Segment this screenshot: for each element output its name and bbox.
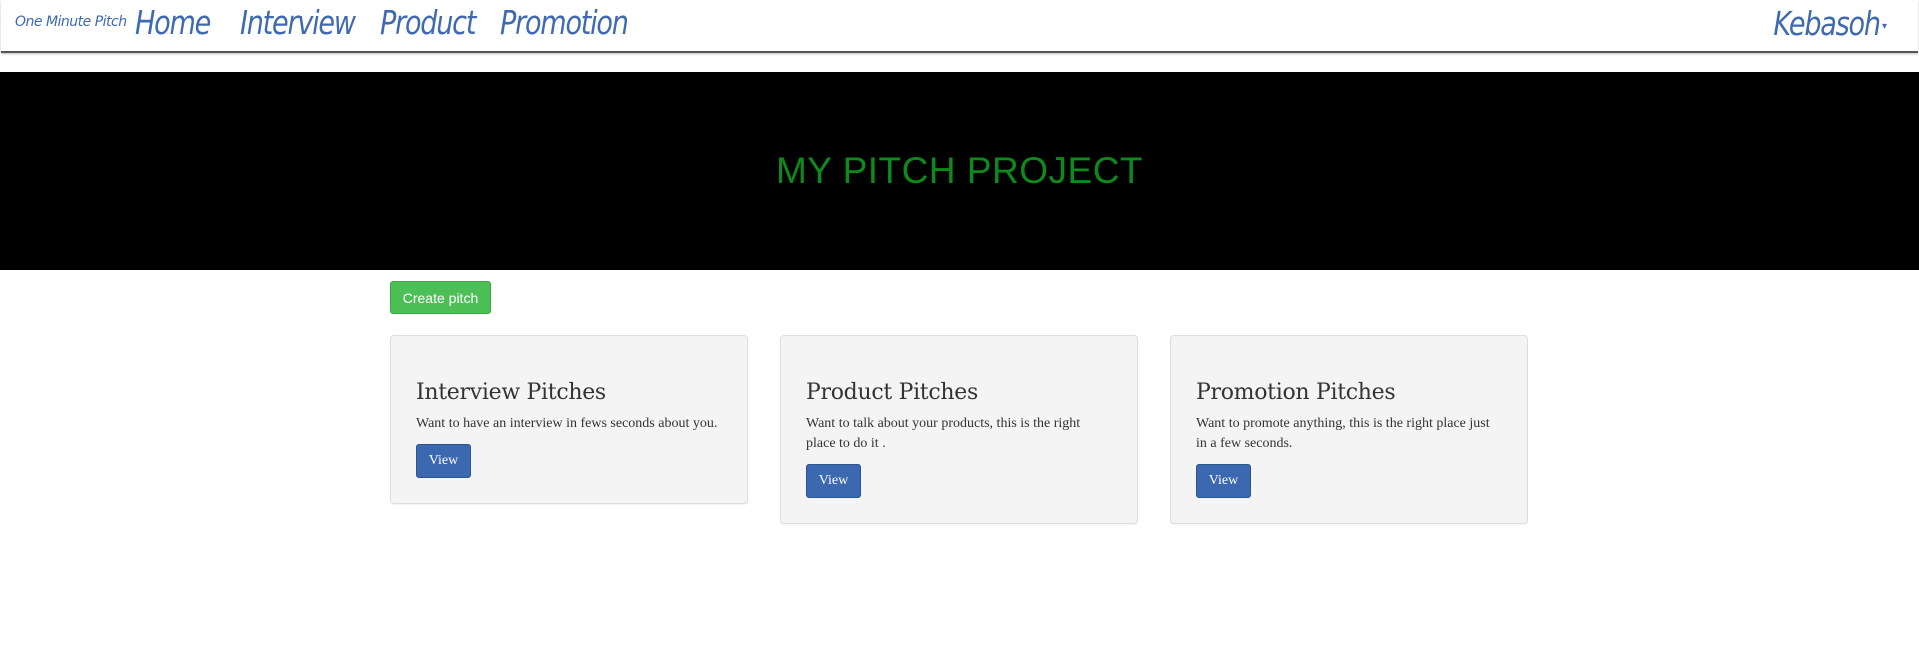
hero-banner: MY PITCH PROJECT [0, 72, 1919, 270]
interview-pitches-card: Interview Pitches Want to have an interv… [390, 335, 748, 504]
caret-down-icon[interactable]: ▾ [1882, 21, 1887, 32]
hero-title: MY PITCH PROJECT [775, 150, 1144, 191]
card-title: Interview Pitches [416, 380, 606, 405]
user-dropdown[interactable]: Kebasoh ▾ [1750, 0, 1887, 46]
brand-link[interactable]: One Minute Pitch [15, 14, 127, 30]
nav-link-promotion[interactable]: Promotion [500, 0, 629, 46]
card-description: Want to talk about your products, this i… [806, 416, 1081, 451]
view-product-button[interactable]: View [806, 464, 861, 498]
top-navbar: One Minute Pitch Home Interview Product … [1, 0, 1918, 53]
nav-link-product[interactable]: Product [380, 0, 476, 46]
nav-link-interview[interactable]: Interview [240, 0, 356, 46]
nav-links: Home Interview Product Promotion [135, 0, 629, 46]
product-pitches-card: Product Pitches Want to talk about your … [780, 335, 1138, 524]
user-name[interactable]: Kebasoh [1774, 4, 1882, 43]
promotion-pitches-card: Promotion Pitches Want to promote anythi… [1170, 335, 1528, 524]
card-description: Want to promote anything, this is the ri… [1196, 416, 1490, 451]
card-description: Want to have an interview in fews second… [416, 416, 718, 431]
view-interview-button[interactable]: View [416, 444, 471, 478]
create-pitch-button[interactable]: Create pitch [390, 281, 491, 314]
nav-link-home[interactable]: Home [135, 0, 211, 46]
view-promotion-button[interactable]: View [1196, 464, 1251, 498]
card-title: Product Pitches [806, 380, 978, 405]
card-title: Promotion Pitches [1196, 380, 1396, 405]
